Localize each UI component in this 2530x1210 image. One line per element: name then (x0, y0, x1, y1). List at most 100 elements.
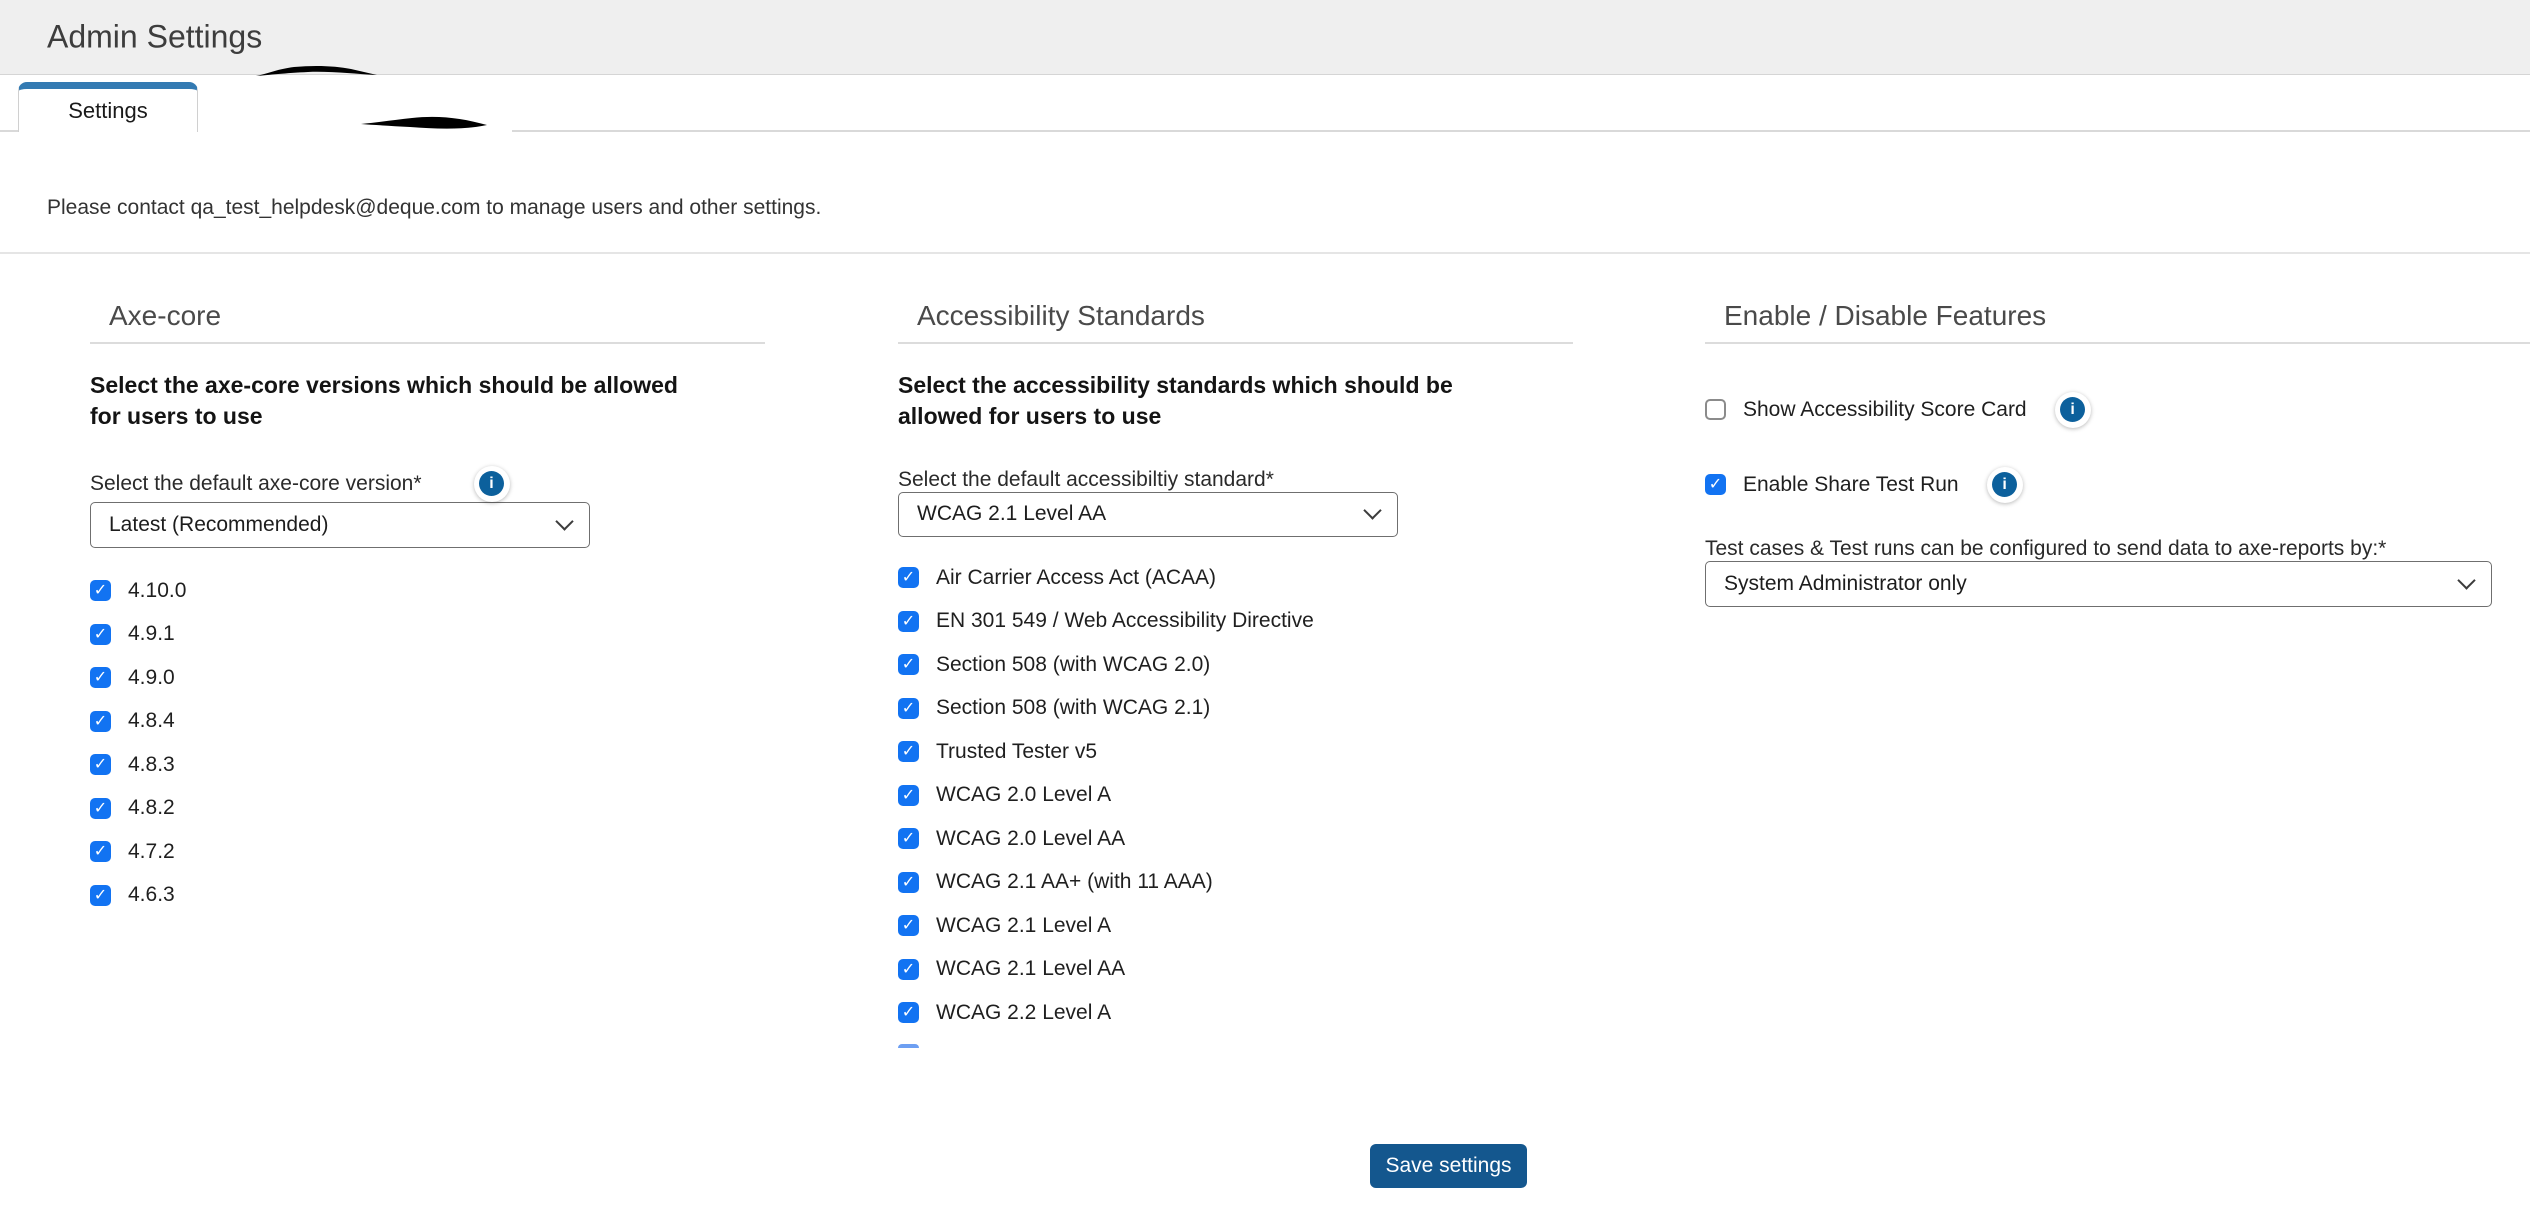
checkbox-label: 4.9.1 (128, 622, 175, 646)
prompt-line: for users to use (90, 401, 765, 432)
checkbox-checked[interactable]: ✓ (898, 654, 919, 675)
checkbox-checked[interactable]: ✓ (90, 841, 111, 862)
section-features: Enable / Disable Features Show Accessibi… (1705, 296, 2530, 607)
checkbox-row: ✓ 4.7.2 (90, 840, 765, 864)
section-accessibility-standards: Accessibility Standards Select the acces… (898, 296, 1573, 1048)
checkbox-label: Trusted Tester v5 (936, 740, 1097, 764)
checkbox-checked[interactable]: ✓ (898, 915, 919, 936)
chevron-down-icon (1363, 501, 1381, 519)
checkbox-label: 4.7.2 (128, 840, 175, 864)
checkbox-checked[interactable]: ✓ (1705, 474, 1726, 495)
checkbox-label: Show Accessibility Score Card (1743, 398, 2027, 422)
standards-prompt: Select the accessibility standards which… (898, 370, 1573, 432)
checkbox-row: ✓ 4.9.1 (90, 622, 765, 646)
checkbox-row: ✓ WCAG 2.1 AA+ (with 11 AAA) (898, 870, 1573, 894)
axe-reports-config-select[interactable]: System Administrator only (1705, 561, 2492, 607)
checkbox-row: ✓WCAG 2.0 Level AA (898, 827, 1573, 851)
checkbox-unchecked[interactable] (1705, 399, 1726, 420)
checkbox-label: WCAG 2.1 AA+ (with 11 AAA) (936, 870, 1213, 894)
checkbox-label: 4.8.2 (128, 796, 175, 820)
checkbox-label: Section 508 (with WCAG 2.1) (936, 696, 1210, 720)
default-axe-version-select[interactable]: Latest (Recommended) (90, 502, 590, 548)
checkbox-label: 4.8.4 (128, 709, 175, 733)
checkbox-checked[interactable]: ✓ (898, 741, 919, 762)
checkbox-checked[interactable]: ✓ (898, 611, 919, 632)
checkbox-row: ✓ Section 508 (with WCAG 2.0) (898, 653, 1573, 677)
section-heading-rule (1705, 342, 2530, 344)
checkbox-row: ✓ WCAG 2.0 Level A (898, 783, 1573, 807)
checkbox-label: 4.10.0 (128, 579, 186, 603)
checkbox-row: ✓ WCAG 2.2 Level A (898, 1001, 1573, 1025)
info-icon-glyph: i (479, 471, 504, 496)
axe-core-heading: Axe-core (90, 296, 765, 336)
checkbox-checked[interactable]: ✓ (90, 580, 111, 601)
feature-toggle-row: ✓ Enable Share Test Run i (1705, 467, 2530, 503)
info-icon-glyph: i (1992, 472, 2017, 497)
axe-version-list: ✓ 4.10.0 ✓ 4.9.1 ✓4.9.0 ✓ 4.8.4 ✓ 4.8.3 ✓ 4.8… (90, 579, 765, 908)
checkbox-row: ✓ 4.8.4 (90, 709, 765, 733)
save-settings-button[interactable]: Save settings (1370, 1144, 1527, 1188)
chevron-down-icon (555, 512, 573, 530)
app-header: Admin Settings (0, 0, 2530, 75)
info-icon[interactable]: i (1987, 467, 2023, 503)
checkbox-checked[interactable]: ✓ (898, 785, 919, 806)
feature-toggle-row: Show Accessibility Score Card i (1705, 392, 2530, 428)
section-heading-rule (90, 342, 765, 344)
checkbox-checked[interactable]: ✓ (898, 567, 919, 588)
section-axe-core: Axe-core Select the axe-core versions wh… (90, 296, 765, 927)
select-value: Latest (Recommended) (109, 513, 328, 537)
default-standard-select[interactable]: WCAG 2.1 Level AA (898, 492, 1398, 537)
checkbox-row: ✓ WCAG 2.1 Level A (898, 914, 1573, 938)
checkbox-checked[interactable]: ✓ (898, 959, 919, 980)
prompt-line: Select the axe-core versions which shoul… (90, 370, 765, 401)
section-heading-rule (898, 342, 1573, 344)
checkbox-label: 4.8.3 (128, 753, 175, 777)
select-value: WCAG 2.1 Level AA (917, 502, 1106, 526)
checkbox-label: WCAG 2.1 Level A (936, 914, 1111, 938)
checkbox-checked[interactable]: ✓ (90, 667, 111, 688)
default-standard-label: Select the default accessibiltiy standar… (898, 468, 1573, 492)
checkbox-label: WCAG 2.1 Level AA (936, 957, 1125, 981)
redaction-scribble-icon (256, 62, 378, 80)
info-icon-glyph: i (2060, 397, 2085, 422)
checkbox-row: ✓ Air Carrier Access Act (ACAA) (898, 566, 1573, 590)
checkbox-label: WCAG 2.2 Level A (936, 1001, 1111, 1025)
checkbox-row: ✓ Trusted Tester v5 (898, 740, 1573, 764)
checkbox-checked[interactable]: ✓ (898, 1002, 919, 1023)
checkbox-row: ✓ 4.8.3 (90, 753, 765, 777)
default-axe-version-label: Select the default axe-core version* (90, 472, 422, 496)
features-heading: Enable / Disable Features (1705, 296, 2530, 336)
checkbox-checked[interactable]: ✓ (898, 698, 919, 719)
standards-list: ✓ Air Carrier Access Act (ACAA) ✓ EN 301 5… (898, 566, 1573, 1049)
tab-settings-label: Settings (68, 98, 148, 124)
tabbar-border-right (512, 130, 2530, 132)
checkbox-row: ✓ 4.10.0 (90, 579, 765, 603)
content-divider (0, 252, 2530, 254)
checkbox-label: EN 301 549 / Web Accessibility Directive (936, 609, 1314, 633)
checkbox-checked[interactable]: ✓ (898, 828, 919, 849)
page-title: Admin Settings (47, 19, 262, 56)
standards-heading: Accessibility Standards (898, 296, 1573, 336)
checkbox-label: 4.6.3 (128, 883, 175, 907)
checkbox-checked[interactable]: ✓ (90, 711, 111, 732)
checkbox-row: ✓4.9.0 (90, 666, 765, 690)
checkbox-checked[interactable]: ✓ (90, 798, 111, 819)
info-icon[interactable]: i (474, 466, 510, 502)
checkbox-label: Enable Share Test Run (1743, 473, 1959, 497)
checkbox-label: WCAG 2.0 Level A (936, 783, 1111, 807)
checkbox-row: ✓ Section 508 (with WCAG 2.1) (898, 696, 1573, 720)
checkbox-checked[interactable]: ✓ (90, 754, 111, 775)
chevron-down-icon (2457, 571, 2475, 589)
checkbox-label: Air Carrier Access Act (ACAA) (936, 566, 1216, 590)
tab-settings[interactable]: Settings (18, 82, 198, 132)
prompt-line: Select the accessibility standards which… (898, 370, 1573, 401)
checkbox-checked[interactable]: ✓ (90, 624, 111, 645)
prompt-line: allowed for users to use (898, 401, 1573, 432)
info-icon[interactable]: i (2055, 392, 2091, 428)
partially-visible-checkbox[interactable] (898, 1044, 919, 1048)
checkbox-row: ✓ EN 301 549 / Web Accessibility Directiv… (898, 609, 1573, 633)
checkbox-label: Section 508 (with WCAG 2.0) (936, 653, 1210, 677)
axe-reports-config-label: Test cases & Test runs can be configured… (1705, 537, 2530, 561)
checkbox-checked[interactable]: ✓ (898, 872, 919, 893)
checkbox-checked[interactable]: ✓ (90, 885, 111, 906)
